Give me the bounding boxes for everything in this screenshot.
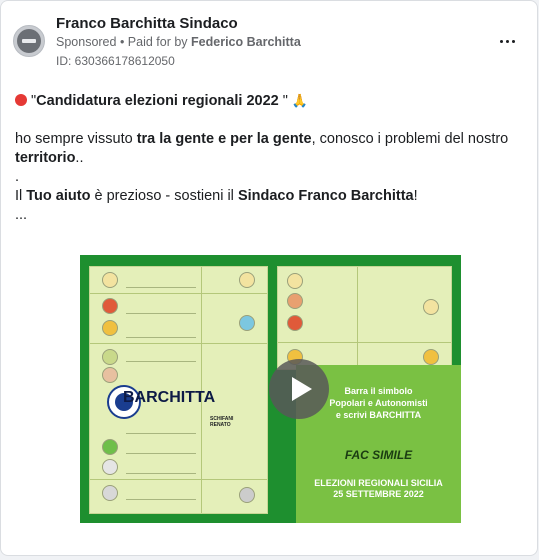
ballot-right-sheet <box>277 266 452 370</box>
election-info: ELEZIONI REGIONALI SICILIA 25 SETTEMBRE … <box>314 478 443 499</box>
no-entry-icon <box>17 29 41 53</box>
sponsor-line: Sponsored • Paid for by Federico Barchit… <box>56 35 301 49</box>
post-line-2: ho sempre vissuto tra la gente e per la … <box>15 131 509 147</box>
more-dots-icon <box>499 39 503 43</box>
post-line-5: Il Tuo aiuto è prezioso - sostieni il Si… <box>15 188 418 204</box>
red-circle-icon <box>15 94 27 106</box>
ballot-candidate-name: BARCHITTA <box>123 389 216 406</box>
post-title: Candidatura elezioni regionali 2022 <box>36 93 279 109</box>
post-line-title: "Candidatura elezioni regionali 2022 " 🙏 <box>15 91 525 111</box>
fac-simile-label: FAC SIMILE <box>344 448 413 462</box>
other-candidate-label: SCHIFANI RENATO <box>210 416 234 428</box>
page-avatar[interactable] <box>13 25 45 57</box>
paid-for-prefix: • Paid for by <box>116 35 192 49</box>
video-thumbnail[interactable]: BARCHITTA SCHIFANI RENATO Barra il simbo… <box>80 255 461 523</box>
play-button[interactable] <box>269 359 329 419</box>
more-options-button[interactable] <box>495 31 519 51</box>
paid-by-name: Federico Barchitta <box>191 35 301 49</box>
see-more-ellipsis[interactable]: ... <box>15 206 525 225</box>
praying-hands-icon: 🙏 <box>291 93 309 108</box>
post-text: "Candidatura elezioni regionali 2022 " 🙏… <box>15 91 525 225</box>
post-line-4: . <box>15 169 20 185</box>
ad-id: ID: 630366178612050 <box>56 54 175 68</box>
page-name[interactable]: Franco Barchitta Sindaco <box>56 15 238 32</box>
play-icon <box>292 377 312 401</box>
ad-card: Franco Barchitta Sindaco Sponsored • Pai… <box>0 0 538 556</box>
sponsored-label: Sponsored <box>56 35 117 49</box>
ballot-left-sheet: BARCHITTA SCHIFANI RENATO <box>89 266 268 514</box>
post-line-3: territorio.. <box>15 150 84 166</box>
